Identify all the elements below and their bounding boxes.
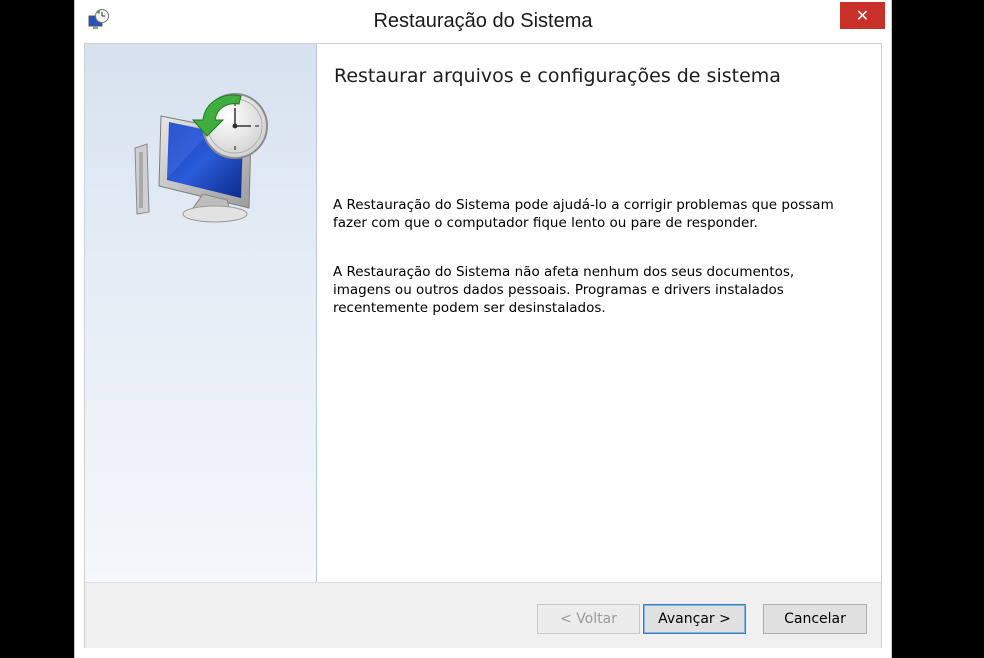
cancel-button[interactable]: Cancelar	[763, 604, 867, 634]
system-restore-computer-clock-icon	[134, 93, 268, 223]
wizard-body: Restaurar arquivos e configurações de si…	[84, 43, 882, 648]
description-paragraph-2: A Restauração do Sistema não afeta nenhu…	[333, 264, 795, 316]
back-button[interactable]: < Voltar	[537, 604, 640, 634]
wizard-content: Restaurar arquivos e configurações de si…	[333, 44, 873, 582]
close-button[interactable]: ✕	[840, 2, 885, 29]
system-restore-window: Restauração do Sistema ✕ Restaurar arqui…	[74, 0, 892, 658]
window-title: Restauração do Sistema	[373, 10, 593, 32]
title-bar[interactable]: Restauração do Sistema ✕	[75, 0, 891, 43]
left-banner-panel	[85, 44, 317, 582]
wizard-button-bar: < Voltar Avançar > Cancelar	[85, 582, 881, 648]
page-heading: Restaurar arquivos e configurações de si…	[334, 65, 781, 87]
description-paragraph-1: A Restauração do Sistema pode ajudá-lo a…	[333, 197, 834, 231]
next-button[interactable]: Avançar >	[643, 604, 746, 634]
